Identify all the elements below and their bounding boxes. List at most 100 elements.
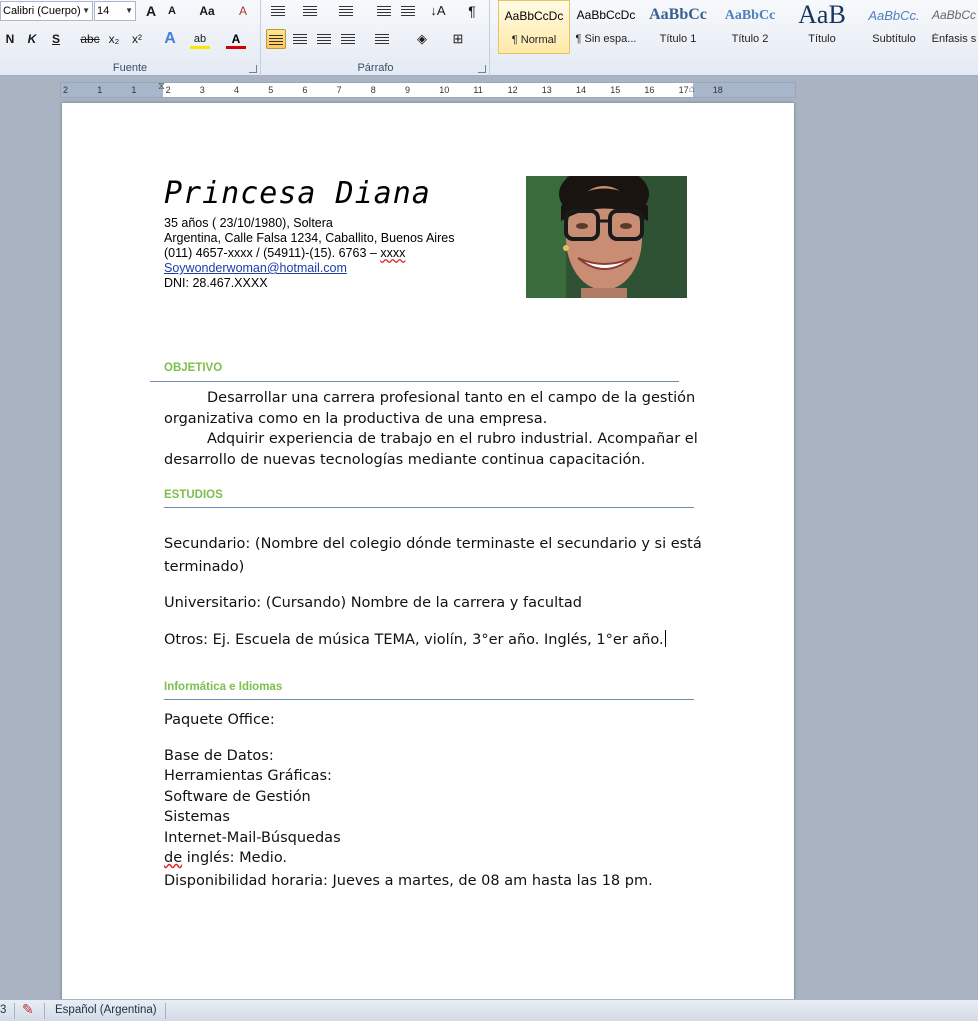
informatica-item[interactable]: Herramientas Gráficas: bbox=[164, 768, 332, 784]
informatica-item[interactable]: Software de Gestión bbox=[164, 789, 311, 805]
objetivo-line-2[interactable]: organizativa como en la productiva de un… bbox=[164, 411, 547, 427]
show-marks-button[interactable]: ¶ bbox=[462, 1, 482, 21]
info-email[interactable]: Soywonderwoman@hotmail.com bbox=[164, 261, 347, 275]
right-indent-marker-icon[interactable]: ⌂ bbox=[689, 84, 695, 95]
style-emphasis[interactable]: AaBbCc Énfasis s bbox=[930, 0, 978, 54]
align-center-button[interactable] bbox=[290, 29, 310, 49]
ruler-tick: 3 bbox=[199, 85, 205, 95]
ruler-tick: 15 bbox=[610, 85, 621, 95]
ruler-tick: 4 bbox=[234, 85, 240, 95]
info-age[interactable]: 35 años ( 23/10/1980), Soltera bbox=[164, 216, 333, 230]
info-address[interactable]: Argentina, Calle Falsa 1234, Caballito, … bbox=[164, 231, 454, 245]
section-heading-informatica[interactable]: Informática e Idiomas bbox=[164, 681, 282, 693]
paragraph-group-label: Párrafo bbox=[357, 62, 394, 74]
sort-button[interactable]: ↓A bbox=[428, 1, 448, 21]
align-center-icon bbox=[293, 33, 307, 46]
informatica-item[interactable]: Base de Datos: bbox=[164, 748, 274, 764]
dialog-launcher-icon[interactable] bbox=[478, 65, 486, 73]
estudios-secundario-line-2[interactable]: terminado) bbox=[164, 559, 244, 575]
style-heading-2[interactable]: AaBbCc Título 2 bbox=[714, 0, 786, 54]
superscript-button[interactable]: x² bbox=[127, 29, 147, 49]
line-spacing-icon bbox=[375, 33, 389, 46]
align-left-button[interactable] bbox=[266, 29, 286, 49]
profile-photo[interactable] bbox=[526, 176, 687, 298]
ruler-tick: 5 bbox=[268, 85, 274, 95]
increase-indent-button[interactable] bbox=[398, 1, 418, 21]
subscript-button[interactable]: x₂ bbox=[104, 29, 124, 49]
section-rule bbox=[150, 381, 679, 382]
page-indicator[interactable]: 3 bbox=[0, 1004, 6, 1016]
font-group: Calibri (Cuerpo) ▼ 14 ▼ A A Aa A N K S abc… bbox=[0, 0, 261, 76]
align-right-icon bbox=[317, 33, 331, 46]
borders-button[interactable]: ⊞ bbox=[448, 29, 468, 49]
section-heading-estudios[interactable]: ESTUDIOS bbox=[164, 489, 223, 501]
ruler-tick: 8 bbox=[370, 85, 376, 95]
ribbon: Calibri (Cuerpo) ▼ 14 ▼ A A Aa A N K S abc… bbox=[0, 0, 978, 76]
informatica-item[interactable]: Sistemas bbox=[164, 809, 230, 825]
ruler-tick: 1 bbox=[131, 85, 137, 95]
language-indicator[interactable]: Español (Argentina) bbox=[55, 1004, 157, 1016]
ruler-right-margin bbox=[693, 83, 795, 97]
info-phone[interactable]: (011) 4657-xxxx / (54911)-(15). 6763 – x… bbox=[164, 246, 405, 260]
eraser-icon: A bbox=[238, 4, 247, 18]
informatica-item[interactable]: Internet-Mail-Búsquedas bbox=[164, 830, 341, 846]
objetivo-line-1[interactable]: Desarrollar una carrera profesional tant… bbox=[164, 390, 695, 406]
justify-button[interactable] bbox=[338, 29, 358, 49]
objetivo-line-3[interactable]: Adquirir experiencia de trabajo en el ru… bbox=[164, 431, 698, 447]
estudios-secundario-line-1[interactable]: Secundario: (Nombre del colegio dónde te… bbox=[164, 536, 702, 552]
style-normal[interactable]: AaBbCcDc ¶ Normal bbox=[498, 0, 570, 54]
section-heading-objetivo[interactable]: OBJETIVO bbox=[164, 362, 222, 374]
multilevel-list-button[interactable] bbox=[336, 1, 356, 21]
font-size-combo[interactable]: 14 ▼ bbox=[94, 1, 136, 21]
underline-button[interactable]: S bbox=[46, 29, 66, 49]
chevron-down-icon: ▼ bbox=[125, 6, 133, 15]
style-no-spacing[interactable]: AaBbCcDc ¶ Sin espa... bbox=[570, 0, 642, 54]
estudios-universitario[interactable]: Universitario: (Cursando) Nombre de la c… bbox=[164, 595, 582, 611]
style-subtitle[interactable]: AaBbCc. Subtítulo bbox=[858, 0, 930, 54]
bullets-button[interactable] bbox=[268, 1, 288, 21]
resume-name[interactable]: Princesa Diana bbox=[164, 176, 431, 211]
status-separator bbox=[165, 1003, 166, 1019]
italic-button[interactable]: K bbox=[22, 29, 42, 49]
shading-button[interactable]: ◈ bbox=[412, 29, 432, 49]
informatica-ingles[interactable]: de inglés: Medio. bbox=[164, 850, 287, 866]
proofing-icon[interactable]: ✎ bbox=[22, 1001, 34, 1018]
change-case-button[interactable]: Aa bbox=[193, 1, 221, 21]
dialog-launcher-icon[interactable] bbox=[249, 65, 257, 73]
section-rule bbox=[164, 507, 694, 508]
informatica-disponibilidad[interactable]: Disponibilidad horaria: Jueves a martes,… bbox=[164, 873, 653, 889]
ruler-tick: 12 bbox=[507, 85, 518, 95]
indent-marker-icon[interactable]: ⧖ bbox=[158, 81, 165, 92]
info-dni[interactable]: DNI: 28.467.XXXX bbox=[164, 276, 268, 290]
style-title[interactable]: AaB Título bbox=[786, 0, 858, 54]
font-group-label: Fuente bbox=[112, 62, 148, 74]
grow-font-button[interactable]: A bbox=[141, 1, 161, 21]
page-edge bbox=[794, 103, 795, 1021]
numbering-button[interactable] bbox=[300, 1, 320, 21]
section-rule bbox=[164, 699, 694, 700]
decrease-indent-icon bbox=[377, 5, 391, 18]
text-effects-button[interactable]: A bbox=[160, 29, 180, 49]
informatica-paquete[interactable]: Paquete Office: bbox=[164, 712, 275, 728]
borders-icon: ⊞ bbox=[452, 31, 464, 46]
font-color-button[interactable]: A bbox=[226, 29, 246, 49]
ruler-tick: 2 bbox=[63, 85, 69, 95]
shrink-font-button[interactable]: A bbox=[162, 1, 182, 21]
style-heading-1[interactable]: AaBbCc Título 1 bbox=[642, 0, 714, 54]
highlight-button[interactable]: ab bbox=[190, 29, 210, 49]
email-link[interactable]: Soywonderwoman@hotmail.com bbox=[164, 261, 347, 275]
chevron-down-icon: ▼ bbox=[82, 6, 90, 15]
decrease-indent-button[interactable] bbox=[374, 1, 394, 21]
sort-icon: ↓A bbox=[430, 3, 446, 18]
strikethrough-button[interactable]: abc bbox=[80, 29, 100, 49]
font-name-combo[interactable]: Calibri (Cuerpo) ▼ bbox=[0, 1, 93, 21]
styles-gallery: AaBbCcDc ¶ Normal AaBbCcDc ¶ Sin espa...… bbox=[496, 0, 978, 56]
horizontal-ruler[interactable]: 2 1 1 2 3 4 5 6 7 8 9 10 11 12 13 14 15 16 17 18 ⧖ ⌂ bbox=[60, 81, 796, 98]
estudios-otros[interactable]: Otros: Ej. Escuela de música TEMA, violí… bbox=[164, 630, 666, 648]
bold-button[interactable]: N bbox=[0, 29, 20, 49]
line-spacing-button[interactable] bbox=[372, 29, 392, 49]
ruler-tick: 7 bbox=[336, 85, 342, 95]
align-right-button[interactable] bbox=[314, 29, 334, 49]
clear-format-button[interactable]: A bbox=[233, 1, 253, 21]
objetivo-line-4[interactable]: desarrollo de nuevas tecnologías mediant… bbox=[164, 452, 645, 468]
